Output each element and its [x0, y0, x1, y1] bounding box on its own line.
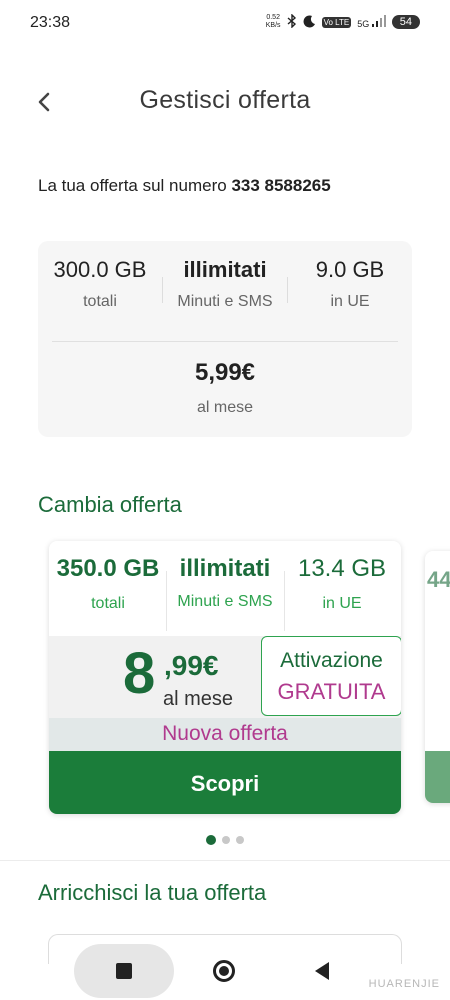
battery-icon: 54	[391, 15, 420, 29]
pagination-dot[interactable]	[236, 836, 244, 844]
section-divider	[0, 860, 450, 861]
status-bar: 23:38 0.52 KB/s Vo LTE 5G 54	[0, 0, 450, 48]
home-circle-icon	[213, 960, 235, 982]
recent-apps-button[interactable]	[74, 944, 174, 998]
offer-price-decimal: ,99€	[164, 650, 219, 681]
new-offer-card[interactable]: 350.0 GB totali illimitati Minuti e SMS …	[49, 541, 401, 814]
system-nav-bar	[0, 940, 450, 1000]
next-offer-card[interactable]: 44	[425, 551, 450, 803]
current-price-label: al mese	[196, 399, 254, 416]
moon-icon	[303, 14, 316, 30]
offer-minutes-sms: illimitati Minuti e SMS	[177, 555, 273, 610]
signal-icon: 5G	[357, 15, 386, 29]
watermark: HUARENJIE	[368, 978, 440, 990]
current-eu-data: 9.0 GB in UE	[315, 257, 385, 310]
system-back-button[interactable]	[272, 944, 372, 998]
status-icons: 0.52 KB/s Vo LTE 5G 54	[265, 13, 420, 30]
home-button[interactable]	[174, 944, 274, 998]
divider	[52, 341, 398, 342]
offer-price-label: al mese	[163, 688, 234, 710]
phone-number: 333 8588265	[231, 176, 331, 195]
square-icon	[116, 963, 132, 979]
current-data-allowance: 300.0 GB totali	[53, 257, 147, 310]
status-time: 23:38	[30, 14, 71, 31]
current-offer-card: 300.0 GB totali illimitati Minuti e SMS …	[38, 241, 412, 437]
back-triangle-icon	[315, 962, 329, 980]
change-offer-title: Cambia offerta	[38, 492, 182, 517]
page-title: Gestisci offerta	[139, 86, 311, 114]
volte-badge: Vo LTE	[321, 16, 352, 28]
offer-data-allowance: 350.0 GB totali	[56, 555, 160, 612]
pagination-dot-active[interactable]	[206, 835, 216, 845]
free-activation-badge: Attivazione GRATUITA	[261, 636, 401, 716]
offer-number-line: La tua offerta sul numero 333 8588265	[38, 176, 331, 196]
current-price: 5,99€	[194, 359, 256, 386]
bluetooth-icon	[287, 13, 297, 30]
offer-price-integer: 8	[123, 641, 156, 706]
header: Gestisci offerta	[0, 80, 450, 124]
carousel-pagination	[0, 835, 450, 845]
current-minutes-sms: illimitati Minuti e SMS	[177, 257, 273, 310]
next-offer-button[interactable]	[425, 751, 450, 803]
new-offer-label: Nuova offerta	[49, 718, 401, 751]
offer-eu-data: 13.4 GB in UE	[297, 555, 387, 612]
discover-button[interactable]: Scopri	[49, 751, 401, 814]
pagination-dot[interactable]	[222, 836, 230, 844]
offer-number-label: La tua offerta sul numero	[38, 176, 227, 195]
enrich-offer-title: Arricchisci la tua offerta	[38, 880, 267, 905]
network-speed: 0.52 KB/s	[265, 14, 281, 29]
